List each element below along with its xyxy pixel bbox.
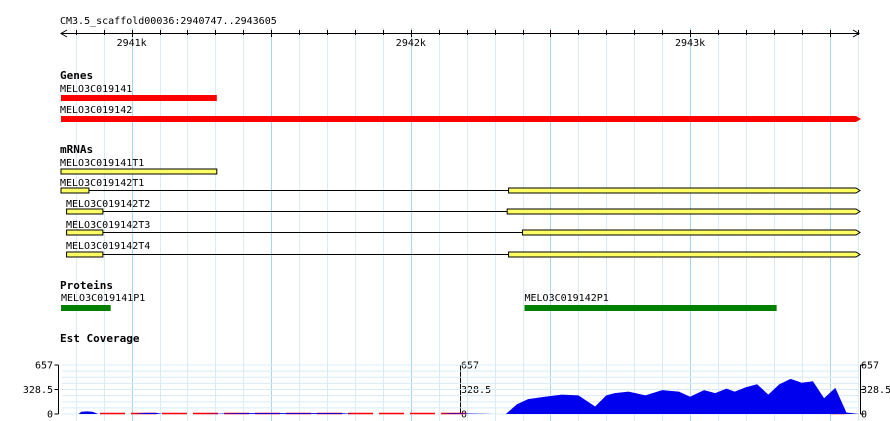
protein-label: MELO3C019141P1 bbox=[61, 293, 145, 304]
mrna-label: MELO3C019142T3 bbox=[66, 220, 150, 231]
mrna-label: MELO3C019141T1 bbox=[60, 158, 144, 169]
region-label: CM3.5_scaffold00036:2940747..2943605 bbox=[60, 16, 277, 27]
ruler-tick-label: 2943k bbox=[675, 38, 705, 49]
protein-label: MELO3C019142P1 bbox=[524, 293, 608, 304]
mrna-exon bbox=[66, 251, 104, 258]
proteins-track-title: Proteins bbox=[60, 279, 113, 292]
genes-track: MELO3C019141 MELO3C019142 bbox=[60, 84, 861, 122]
mrna-exon bbox=[60, 168, 218, 175]
mrna-label: MELO3C019142T4 bbox=[66, 241, 150, 252]
mrna-exon bbox=[506, 208, 861, 215]
mrna-exon bbox=[522, 229, 861, 236]
mrnas-track: MELO3C019141T1 MELO3C019142T1 MELO3C019142… bbox=[60, 158, 861, 258]
genome-browser: CM3.5_scaffold00036:2940747..2943605 294… bbox=[23, 16, 890, 421]
coverage-y-tick-label: 657 bbox=[861, 361, 879, 372]
gene-label: MELO3C019142 bbox=[60, 105, 132, 116]
mrna-exon bbox=[60, 187, 90, 194]
coverage-track: 657 328.5 0 657 328.5 0 657 328.5 0 bbox=[23, 361, 890, 421]
coverage-y-tick-label: 657 bbox=[35, 361, 53, 372]
proteins-track: MELO3C019141P1 MELO3C019142P1 bbox=[61, 293, 777, 311]
coverage-y-tick-label: 0 bbox=[861, 410, 867, 421]
coverage-track-title: Est Coverage bbox=[60, 332, 140, 345]
coverage-y-tick-label: 0 bbox=[461, 410, 467, 421]
coverage-y-tick-label: 328.5 bbox=[461, 385, 491, 396]
mrna-exon bbox=[66, 208, 104, 215]
mrna-exon bbox=[508, 251, 861, 258]
ruler-tick-label: 2942k bbox=[396, 38, 426, 49]
ruler[interactable]: 2941k 2942k 2943k bbox=[60, 29, 860, 49]
mrna-label: MELO3C019142T2 bbox=[66, 199, 150, 210]
mrna-label: MELO3C019142T1 bbox=[60, 178, 144, 189]
protein-bar bbox=[524, 305, 777, 311]
gene-label: MELO3C019141 bbox=[60, 84, 132, 95]
mrna-exon bbox=[66, 229, 104, 236]
mrna-exon bbox=[508, 187, 861, 194]
gene-bar bbox=[61, 95, 217, 101]
mrnas-track-title: mRNAs bbox=[60, 143, 93, 156]
protein-bar bbox=[61, 305, 111, 311]
ruler-tick-label: 2941k bbox=[117, 38, 147, 49]
coverage-y-tick-label: 328.5 bbox=[23, 385, 53, 396]
coverage-y-tick-label: 657 bbox=[461, 361, 479, 372]
coverage-y-tick-label: 0 bbox=[47, 410, 53, 421]
coverage-y-tick-label: 328.5 bbox=[861, 385, 890, 396]
gene-bar bbox=[61, 116, 861, 122]
genes-track-title: Genes bbox=[60, 69, 93, 82]
